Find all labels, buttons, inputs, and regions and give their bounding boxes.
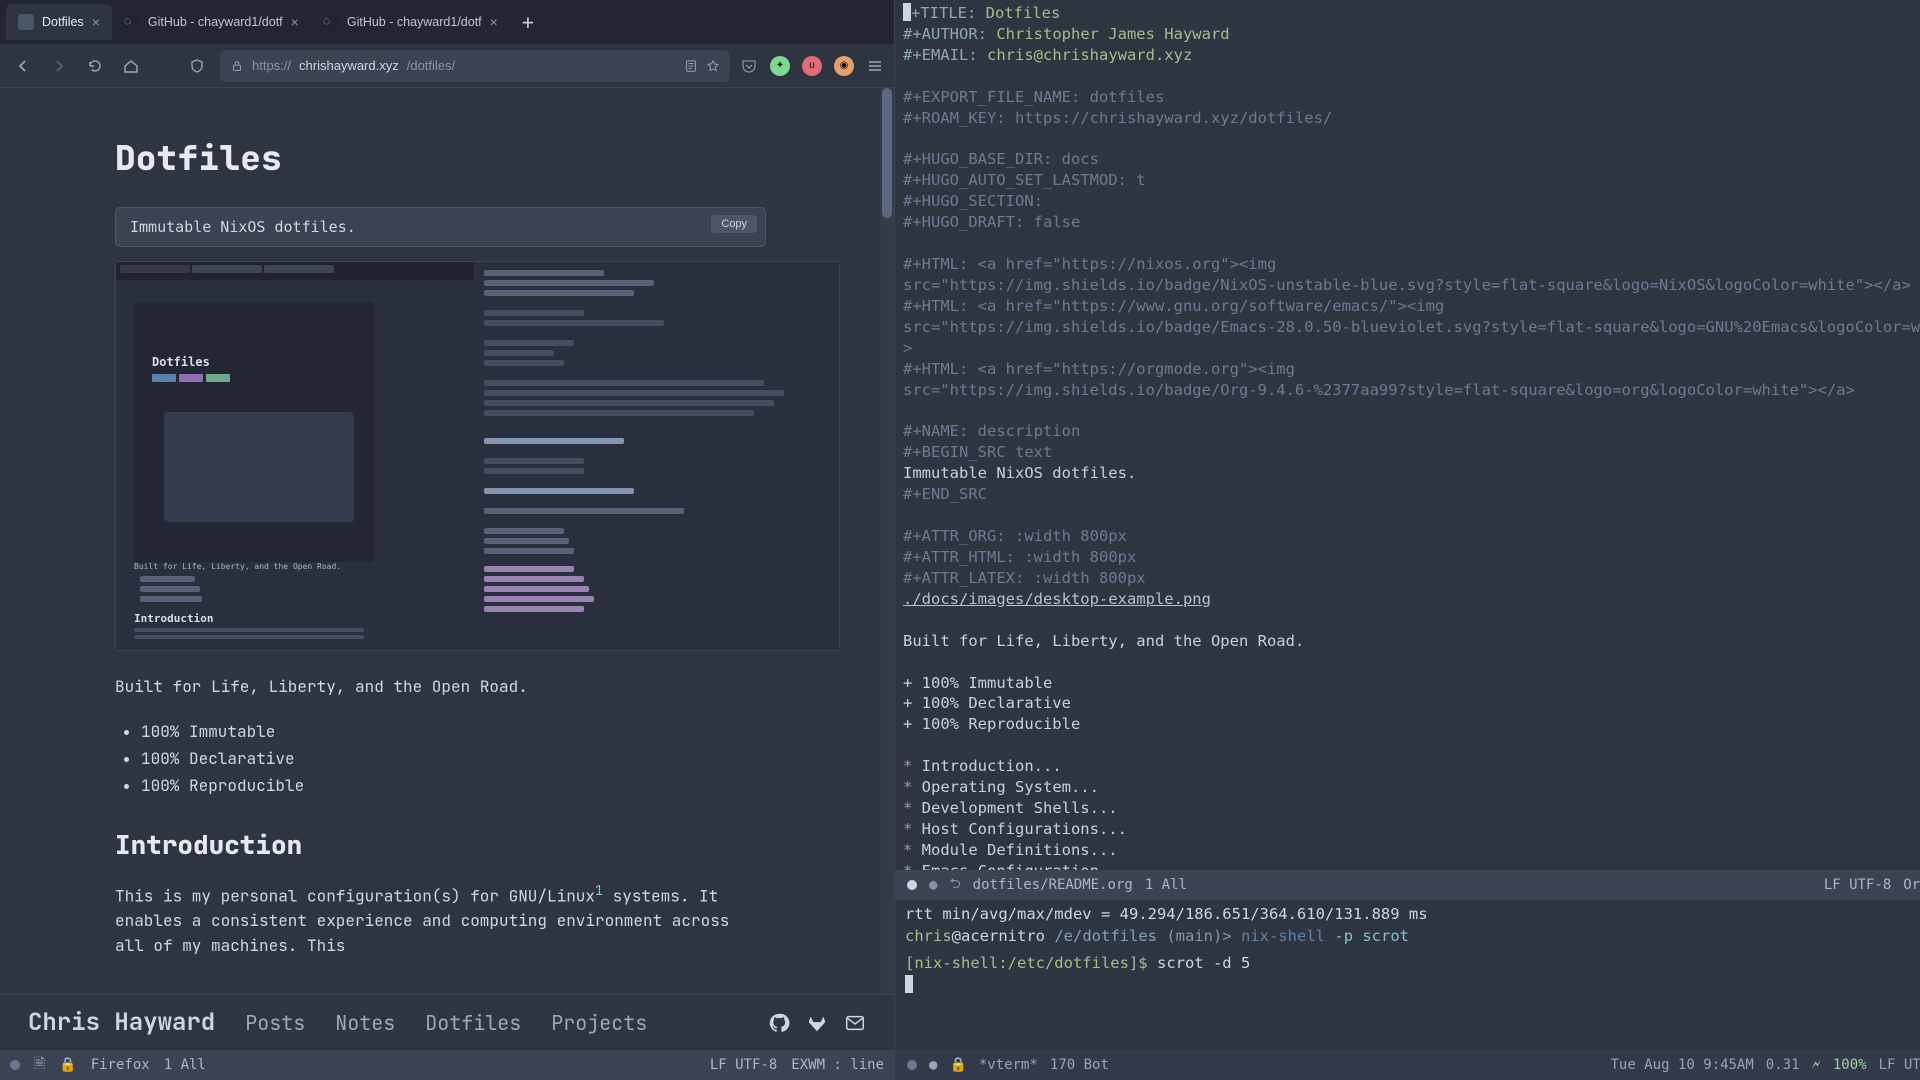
battery-icon: 🗲 bbox=[1812, 1057, 1821, 1073]
brand[interactable]: Chris Hayward bbox=[28, 1007, 215, 1038]
right-pane: +TITLE: Dotfiles #+AUTHOR: Christopher J… bbox=[894, 0, 1920, 1080]
new-tab-button[interactable]: + bbox=[510, 10, 546, 34]
buffer-path: dotfiles/README.org bbox=[973, 877, 1133, 893]
term-user: chris bbox=[905, 927, 952, 945]
gitlab-icon[interactable] bbox=[806, 1012, 828, 1034]
window-indicator-icon bbox=[907, 880, 917, 890]
file-icon: 🗎 bbox=[34, 1053, 45, 1077]
left-pane: Dotfiles × ◌ GitHub - chayward1/dotf × ◌… bbox=[0, 0, 894, 1080]
term-branch: (main)> bbox=[1166, 927, 1231, 945]
bookmark-star-icon[interactable] bbox=[706, 59, 720, 73]
desktop-screenshot-image: Dotfiles Built for Life, Liberty, and th… bbox=[115, 261, 840, 651]
load-avg: 0.31 bbox=[1766, 1057, 1800, 1073]
code-text: Immutable NixOS dotfiles. bbox=[130, 218, 356, 236]
url-scheme: https:// bbox=[252, 58, 291, 73]
url-host: chrishayward.xyz bbox=[299, 58, 399, 73]
major-mode: Org bbox=[1903, 877, 1920, 893]
list-item: 100% Declarative bbox=[141, 745, 766, 772]
firefox-content: Dotfiles Immutable NixOS dotfiles. Copy … bbox=[0, 88, 894, 1050]
page-title: Dotfiles bbox=[115, 136, 766, 181]
term-modeline: ● 🔒 *vterm* 170 Bot Tue Aug 10 9:45AM 0.… bbox=[895, 1050, 1920, 1080]
battery-percent: 100% bbox=[1833, 1057, 1867, 1073]
circle-icon: ● bbox=[929, 1057, 937, 1073]
term-line: rtt min/avg/max/mdev = 49.294/186.651/36… bbox=[905, 905, 1428, 923]
nav-dotfiles[interactable]: Dotfiles bbox=[425, 1010, 521, 1036]
url-path: /dotfiles/ bbox=[407, 58, 455, 73]
address-bar[interactable]: https:// chrishayward.xyz/dotfiles/ bbox=[220, 50, 730, 82]
firefox-tab-strip: Dotfiles × ◌ GitHub - chayward1/dotf × ◌… bbox=[0, 0, 894, 44]
tab-label: GitHub - chayward1/dotf bbox=[347, 15, 482, 29]
extension-icon[interactable]: ✦ bbox=[770, 56, 790, 76]
forward-button[interactable] bbox=[46, 53, 72, 79]
term-host: @acernitro bbox=[952, 927, 1045, 945]
favicon-icon: ◌ bbox=[323, 14, 339, 30]
term-cmd: nix-shell bbox=[1241, 927, 1325, 945]
term-prompt: [nix-shell:/etc/dotfiles]$ bbox=[905, 954, 1148, 972]
close-icon[interactable]: × bbox=[291, 14, 299, 30]
list-item: 100% Reproducible bbox=[141, 772, 766, 799]
tab-label: Dotfiles bbox=[42, 15, 84, 29]
left-modeline: 🗎 🔒 Firefox 1 All LF UTF-8 EXWM : line bbox=[0, 1050, 894, 1080]
buffer-position: 1 All bbox=[164, 1057, 206, 1073]
term-path: /e/dotfiles bbox=[1054, 927, 1157, 945]
tagline: Built for Life, Liberty, and the Open Ro… bbox=[115, 675, 766, 700]
browser-tab-2[interactable]: ◌ GitHub - chayward1/dotf × bbox=[311, 4, 510, 40]
buffer-name: Firefox bbox=[91, 1057, 150, 1073]
browser-tab-0[interactable]: Dotfiles × bbox=[6, 4, 112, 40]
back-button[interactable] bbox=[10, 53, 36, 79]
tab-label: GitHub - chayward1/dotf bbox=[148, 15, 283, 29]
extension-icon[interactable]: ◉ bbox=[834, 56, 854, 76]
back-arrow-icon: ⮌ bbox=[949, 873, 960, 897]
lock-icon: 🔒 bbox=[59, 1057, 76, 1073]
encoding: LF UTF-8 bbox=[1824, 877, 1891, 893]
nav-posts[interactable]: Posts bbox=[245, 1010, 305, 1036]
nav-projects[interactable]: Projects bbox=[551, 1010, 647, 1036]
reload-button[interactable] bbox=[82, 53, 108, 79]
vterm-terminal[interactable]: rtt min/avg/max/mdev = 49.294/186.651/36… bbox=[895, 900, 1920, 1050]
nav-notes[interactable]: Notes bbox=[335, 1010, 395, 1036]
section-heading: Introduction bbox=[115, 827, 766, 862]
encoding: LF UTF-8 bbox=[1879, 1057, 1920, 1073]
favicon-icon bbox=[18, 14, 34, 30]
browser-tab-1[interactable]: ◌ GitHub - chayward1/dotf × bbox=[112, 4, 311, 40]
favicon-icon: ◌ bbox=[124, 14, 140, 30]
terminal-cursor bbox=[905, 975, 913, 993]
buffer-position: 1 All bbox=[1145, 877, 1187, 893]
major-mode: EXWM : line bbox=[791, 1057, 884, 1073]
hamburger-menu-icon[interactable] bbox=[866, 57, 884, 75]
pocket-icon[interactable] bbox=[740, 57, 758, 75]
lock-icon bbox=[230, 59, 244, 73]
site-nav: Chris Hayward Posts Notes Dotfiles Proje… bbox=[0, 994, 894, 1050]
mail-icon[interactable] bbox=[844, 1012, 866, 1034]
copy-button[interactable]: Copy bbox=[711, 215, 757, 233]
intro-paragraph: This is my personal configuration(s) for… bbox=[115, 880, 766, 959]
github-icon[interactable] bbox=[768, 1012, 790, 1034]
encoding: LF UTF-8 bbox=[710, 1057, 777, 1073]
feature-list: 100% Immutable 100% Declarative 100% Rep… bbox=[131, 718, 766, 800]
ublock-icon[interactable]: u bbox=[802, 56, 822, 76]
firefox-toolbar: https:// chrishayward.xyz/dotfiles/ ✦ u ◉ bbox=[0, 44, 894, 88]
list-item: 100% Immutable bbox=[141, 718, 766, 745]
reader-icon[interactable] bbox=[684, 59, 698, 73]
window-indicator-icon bbox=[10, 1060, 20, 1070]
code-block: Immutable NixOS dotfiles. Copy bbox=[115, 207, 766, 247]
scrollbar[interactable] bbox=[880, 88, 894, 1050]
shield-icon[interactable] bbox=[184, 53, 210, 79]
term-arg: -p scrot bbox=[1334, 927, 1409, 945]
lock-icon: 🔒 bbox=[949, 1057, 966, 1073]
emacs-editor[interactable]: +TITLE: Dotfiles #+AUTHOR: Christopher J… bbox=[895, 0, 1920, 870]
term-cmd: scrot -d 5 bbox=[1157, 954, 1250, 972]
buffer-name: *vterm* bbox=[979, 1057, 1038, 1073]
buffer-position: 170 Bot bbox=[1050, 1057, 1109, 1073]
window-indicator-icon bbox=[907, 1060, 917, 1070]
close-icon[interactable]: × bbox=[490, 14, 498, 30]
clock: Tue Aug 10 9:45AM bbox=[1611, 1057, 1754, 1073]
home-button[interactable] bbox=[118, 53, 144, 79]
editor-modeline: ● ⮌ dotfiles/README.org 1 All LF UTF-8 O… bbox=[895, 870, 1920, 900]
circle-icon: ● bbox=[929, 877, 937, 893]
close-icon[interactable]: × bbox=[92, 14, 100, 30]
